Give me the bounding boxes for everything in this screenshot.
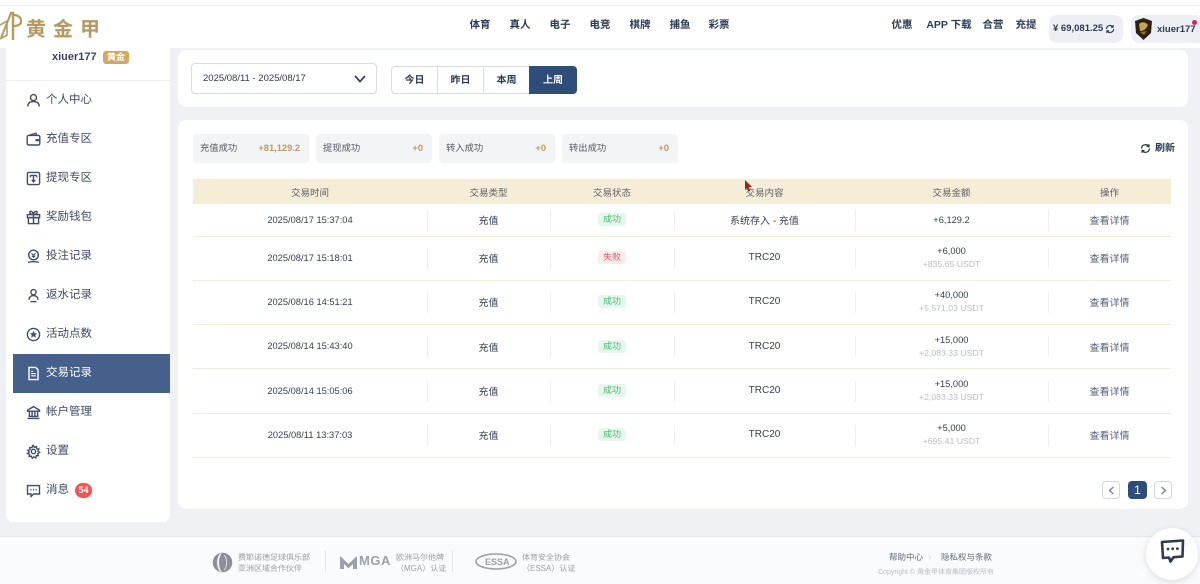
- svg-text:ESSA: ESSA: [485, 557, 510, 567]
